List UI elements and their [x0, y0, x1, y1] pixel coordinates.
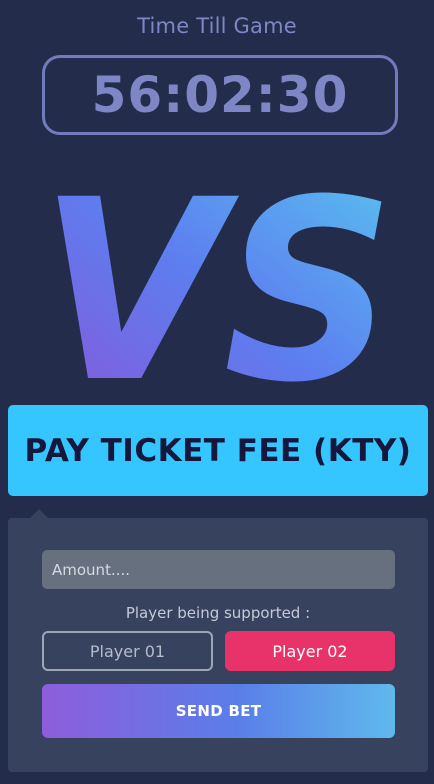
- countdown-value: 56:02:30: [91, 66, 349, 124]
- player-02-button[interactable]: Player 02: [225, 631, 395, 671]
- timer-label: Time Till Game: [137, 14, 297, 38]
- bet-panel: Player being supported : Player 01 Playe…: [8, 518, 428, 772]
- player-01-button[interactable]: Player 01: [42, 631, 213, 671]
- pay-ticket-fee-button[interactable]: PAY TICKET FEE (KTY): [8, 405, 428, 496]
- countdown-timer: 56:02:30: [42, 55, 398, 135]
- amount-input[interactable]: [42, 550, 395, 589]
- player-supported-label: Player being supported :: [125, 604, 311, 622]
- bet-panel-pointer: [30, 509, 48, 518]
- pay-ticket-fee-label: PAY TICKET FEE (KTY): [24, 432, 412, 469]
- send-bet-button[interactable]: SEND BET: [42, 684, 395, 738]
- versus-graphic: VS: [40, 150, 395, 390]
- versus-text: VS: [40, 150, 395, 390]
